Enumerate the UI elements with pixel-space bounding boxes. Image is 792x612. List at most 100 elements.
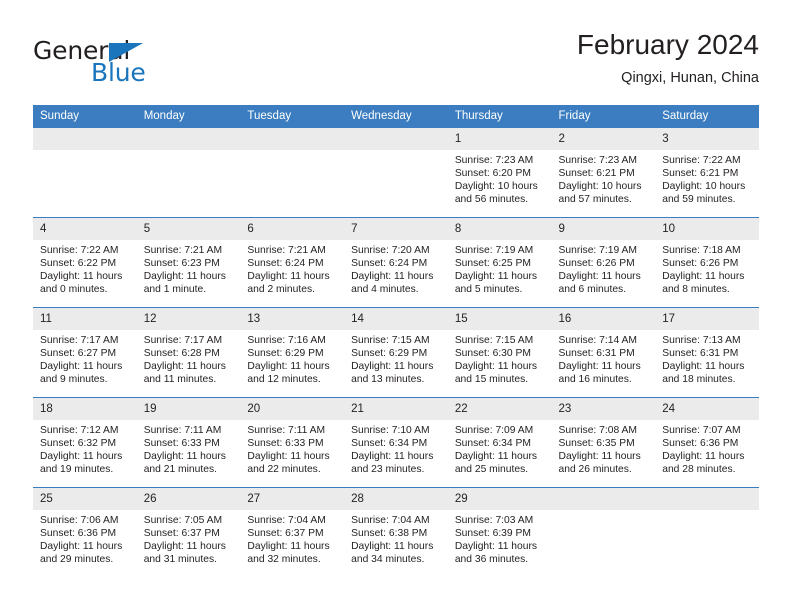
day-info-line: and 13 minutes. — [351, 374, 425, 386]
day-info-line: Daylight: 11 hours — [247, 541, 330, 553]
day-info-line: Sunset: 6:26 PM — [662, 258, 739, 270]
day-number: 7 — [344, 218, 448, 240]
day-number — [136, 128, 241, 150]
day-number: 4 — [33, 218, 137, 240]
day-info-line: and 32 minutes. — [247, 554, 321, 566]
day-number: 8 — [447, 218, 552, 240]
calendar-table: Sunday Monday Tuesday Wednesday Thursday… — [33, 105, 759, 577]
calendar-day-cell[interactable]: 15 Sunrise: 7:15 AM Sunset: 6:30 PM Dayligh… — [447, 307, 552, 398]
calendar-day-cell[interactable]: 6 Sunrise: 7:21 AM Sunset: 6:24 PM Daylight… — [240, 217, 345, 308]
day-sun-info: Sunrise: 7:15 AM Sunset: 6:30 PM Daylight:… — [448, 330, 552, 386]
day-info-line: Sunrise: 7:11 AM — [143, 425, 222, 436]
calendar-day-cell[interactable]: 18 Sunrise: 7:12 AM Sunset: 6:32 PM Dayligh… — [33, 397, 137, 488]
calendar-day-cell[interactable]: 5 Sunrise: 7:21 AM Sunset: 6:23 PM Daylight… — [136, 217, 241, 308]
calendar-day-cell[interactable]: 10 Sunrise: 7:18 AM Sunset: 6:26 PM Dayligh… — [655, 217, 759, 308]
day-info-line: Sunset: 6:35 PM — [558, 438, 635, 450]
calendar-day-cell[interactable]: 13 Sunrise: 7:16 AM Sunset: 6:29 PM Dayligh… — [240, 307, 345, 398]
day-number: 24 — [655, 398, 759, 420]
day-sun-info: Sunrise: 7:20 AM Sunset: 6:24 PM Daylight:… — [344, 240, 448, 296]
day-info-line: and 56 minutes. — [454, 194, 529, 206]
day-sun-info: Sunrise: 7:11 AM Sunset: 6:33 PM Daylight:… — [240, 420, 344, 476]
day-info-line: and 16 minutes. — [558, 374, 632, 386]
location-subtitle: Qingxi, Hunan, China — [621, 70, 759, 86]
day-info-line: and 28 minutes. — [662, 464, 736, 476]
calendar-day-cell[interactable]: 16 Sunrise: 7:14 AM Sunset: 6:31 PM Dayligh… — [551, 307, 656, 398]
day-cell-inner: 13 Sunrise: 7:16 AM Sunset: 6:29 PM Dayligh… — [240, 308, 345, 397]
calendar-day-cell[interactable]: 22 Sunrise: 7:09 AM Sunset: 6:34 PM Dayligh… — [447, 397, 552, 488]
calendar-day-cell[interactable]: 21 Sunrise: 7:10 AM Sunset: 6:34 PM Dayligh… — [344, 397, 448, 488]
day-info-line: Sunset: 6:26 PM — [558, 258, 635, 270]
calendar-day-cell[interactable]: 28 Sunrise: 7:04 AM Sunset: 6:38 PM Dayligh… — [344, 487, 448, 577]
day-info-line: Daylight: 11 hours — [454, 361, 538, 373]
day-number — [655, 488, 759, 510]
day-info-line: Sunset: 6:27 PM — [40, 348, 117, 360]
calendar-day-cell[interactable]: 25 Sunrise: 7:06 AM Sunset: 6:36 PM Dayligh… — [33, 487, 137, 577]
day-cell-inner: 15 Sunrise: 7:15 AM Sunset: 6:30 PM Dayligh… — [447, 308, 552, 397]
day-info-line: Daylight: 11 hours — [143, 451, 226, 463]
day-number: 22 — [447, 398, 552, 420]
calendar-day-cell[interactable]: 2 Sunrise: 7:23 AM Sunset: 6:21 PM Daylight… — [551, 128, 656, 218]
day-number: 3 — [655, 128, 759, 150]
logo-text-blue: Blue — [91, 58, 146, 87]
calendar-empty-cell — [655, 487, 759, 577]
day-info-line: Daylight: 11 hours — [454, 541, 538, 553]
calendar-day-cell[interactable]: 17 Sunrise: 7:13 AM Sunset: 6:31 PM Dayligh… — [655, 307, 759, 398]
day-sun-info: Sunrise: 7:04 AM Sunset: 6:38 PM Daylight:… — [344, 510, 448, 566]
day-info-line: Daylight: 11 hours — [351, 541, 434, 553]
day-info-line: Sunset: 6:32 PM — [40, 438, 117, 450]
calendar-day-cell[interactable]: 29 Sunrise: 7:03 AM Sunset: 6:39 PM Dayligh… — [447, 487, 552, 577]
day-info-line: Sunset: 6:23 PM — [143, 258, 220, 270]
day-cell-inner: 6 Sunrise: 7:21 AM Sunset: 6:24 PM Daylight… — [240, 218, 345, 307]
day-info-line: Sunset: 6:28 PM — [143, 348, 220, 360]
calendar-day-cell[interactable]: 27 Sunrise: 7:04 AM Sunset: 6:37 PM Dayligh… — [240, 487, 345, 577]
calendar-day-cell[interactable]: 26 Sunrise: 7:05 AM Sunset: 6:37 PM Dayligh… — [136, 487, 241, 577]
day-sun-info: Sunrise: 7:13 AM Sunset: 6:31 PM Daylight:… — [655, 330, 759, 386]
day-cell-inner: 21 Sunrise: 7:10 AM Sunset: 6:34 PM Dayligh… — [344, 398, 448, 487]
day-cell-inner — [551, 488, 656, 577]
title-block: February 2024 Qingxi, Hunan, China — [577, 28, 759, 88]
day-sun-info: Sunrise: 7:10 AM Sunset: 6:34 PM Daylight:… — [344, 420, 448, 476]
day-info-line: and 19 minutes. — [40, 464, 114, 476]
calendar-day-cell[interactable]: 8 Sunrise: 7:19 AM Sunset: 6:25 PM Daylight… — [447, 217, 552, 308]
day-info-line: Daylight: 11 hours — [40, 541, 123, 553]
calendar-day-cell[interactable]: 20 Sunrise: 7:11 AM Sunset: 6:33 PM Dayligh… — [240, 397, 345, 488]
day-info-line: Sunrise: 7:11 AM — [247, 425, 326, 436]
day-info-line: Sunset: 6:22 PM — [40, 258, 117, 270]
day-info-line: Daylight: 11 hours — [351, 361, 434, 373]
day-sun-info: Sunrise: 7:07 AM Sunset: 6:36 PM Daylight:… — [655, 420, 759, 476]
calendar-day-cell[interactable]: 12 Sunrise: 7:17 AM Sunset: 6:28 PM Dayligh… — [136, 307, 241, 398]
day-cell-inner — [136, 128, 241, 217]
day-info-line: and 23 minutes. — [351, 464, 425, 476]
day-number: 9 — [551, 218, 656, 240]
day-sun-info: Sunrise: 7:09 AM Sunset: 6:34 PM Daylight:… — [448, 420, 552, 476]
calendar-body: 1 Sunrise: 7:23 AM Sunset: 6:20 PM Daylight… — [33, 128, 759, 577]
day-info-line: Daylight: 11 hours — [662, 451, 745, 463]
calendar-day-cell[interactable]: 11 Sunrise: 7:17 AM Sunset: 6:27 PM Dayligh… — [33, 307, 137, 398]
calendar-day-cell[interactable]: 24 Sunrise: 7:07 AM Sunset: 6:36 PM Dayligh… — [655, 397, 759, 488]
calendar-day-cell[interactable]: 3 Sunrise: 7:22 AM Sunset: 6:21 PM Daylight… — [655, 128, 759, 218]
calendar-day-cell[interactable]: 4 Sunrise: 7:22 AM Sunset: 6:22 PM Daylight… — [33, 217, 137, 308]
calendar-day-cell[interactable]: 14 Sunrise: 7:15 AM Sunset: 6:29 PM Dayligh… — [344, 307, 448, 398]
day-number: 1 — [447, 128, 552, 150]
day-info-line: Sunrise: 7:23 AM — [558, 155, 637, 166]
day-number: 29 — [447, 488, 552, 510]
day-number: 6 — [240, 218, 345, 240]
calendar-day-cell[interactable]: 9 Sunrise: 7:19 AM Sunset: 6:26 PM Daylight… — [551, 217, 656, 308]
weekday-header-wednesday: Wednesday — [344, 105, 448, 128]
calendar-empty-cell — [136, 128, 241, 218]
weekday-header-sunday: Sunday — [33, 105, 137, 128]
calendar-day-cell[interactable]: 19 Sunrise: 7:11 AM Sunset: 6:33 PM Dayligh… — [136, 397, 241, 488]
day-info-line: and 57 minutes. — [558, 194, 632, 206]
calendar-week-row: 4 Sunrise: 7:22 AM Sunset: 6:22 PM Daylight… — [33, 217, 759, 308]
day-info-line: and 26 minutes. — [558, 464, 632, 476]
day-info-line: and 15 minutes. — [454, 374, 529, 386]
day-info-line: Sunrise: 7:21 AM — [143, 245, 223, 256]
day-info-line: and 25 minutes. — [454, 464, 529, 476]
day-number — [551, 488, 656, 510]
day-cell-inner: 28 Sunrise: 7:04 AM Sunset: 6:38 PM Dayligh… — [344, 488, 448, 577]
day-info-line: Sunrise: 7:15 AM — [351, 335, 430, 346]
day-info-line: Sunset: 6:36 PM — [662, 438, 739, 450]
calendar-day-cell[interactable]: 7 Sunrise: 7:20 AM Sunset: 6:24 PM Daylight… — [344, 217, 448, 308]
calendar-day-cell[interactable]: 23 Sunrise: 7:08 AM Sunset: 6:35 PM Dayligh… — [551, 397, 656, 488]
calendar-day-cell[interactable]: 1 Sunrise: 7:23 AM Sunset: 6:20 PM Daylight… — [447, 128, 552, 218]
